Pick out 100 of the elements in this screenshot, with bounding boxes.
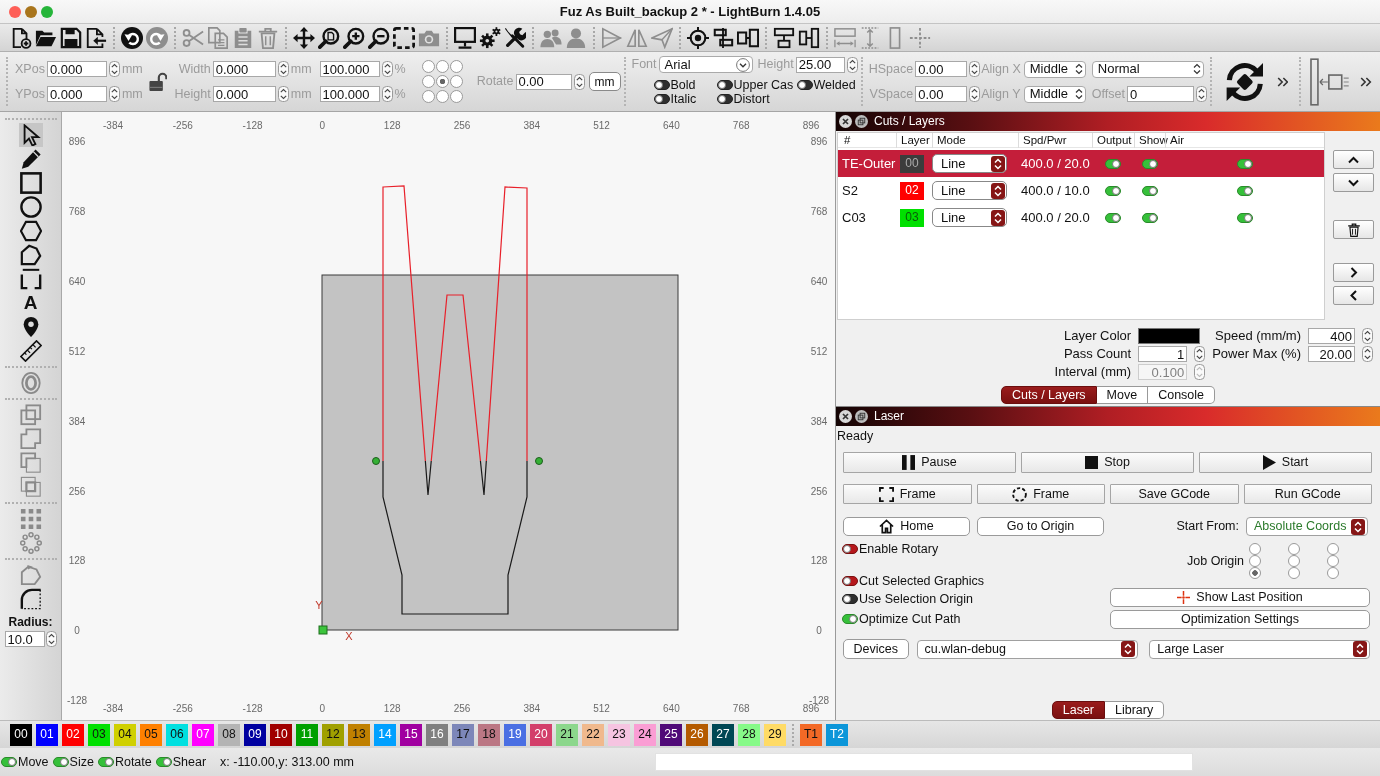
move-up-button[interactable]: [1333, 150, 1374, 169]
spinner-icon[interactable]: [1362, 346, 1373, 362]
layer-color-button[interactable]: 23: [608, 723, 630, 746]
frame-button[interactable]: Save GCode: [1110, 484, 1239, 504]
input-field[interactable]: 0.00: [915, 61, 968, 77]
delete-button[interactable]: [1333, 220, 1374, 239]
radio-button[interactable]: [1249, 555, 1261, 567]
target-icon[interactable]: [687, 26, 709, 49]
layer-color-button[interactable]: 22: [582, 723, 604, 746]
spinner-icon[interactable]: [108, 61, 120, 77]
tab[interactable]: Console: [1148, 386, 1216, 404]
radio-button[interactable]: [449, 60, 463, 73]
job-button[interactable]: Stop: [1021, 452, 1194, 473]
right-arrow-button[interactable]: [1333, 263, 1374, 282]
distribute-vertical-icon[interactable]: [773, 26, 795, 49]
layer-color-button[interactable]: 04: [114, 723, 136, 746]
layer-color-button[interactable]: 25: [660, 723, 682, 746]
toggle-switch[interactable]: [1141, 158, 1158, 169]
layer-color-button[interactable]: 27: [712, 723, 734, 746]
layer-color-button[interactable]: 08: [218, 723, 240, 746]
radio-button[interactable]: [435, 90, 449, 103]
layer-color-button[interactable]: 09: [244, 723, 266, 746]
input-field[interactable]: 400: [1308, 328, 1355, 344]
spinner-icon[interactable]: [277, 61, 289, 77]
layer-color-button[interactable]: 12: [322, 723, 344, 746]
double-chevron-icon[interactable]: [1360, 75, 1372, 88]
radio-button[interactable]: [1249, 567, 1261, 579]
spinner-icon[interactable]: [381, 86, 393, 102]
radio-button[interactable]: [1288, 567, 1300, 579]
wrench-screwdriver-icon[interactable]: [504, 26, 526, 49]
toggle-switch[interactable]: [842, 544, 858, 554]
align-boxes-icon[interactable]: [712, 26, 734, 49]
spinner-icon[interactable]: [969, 61, 981, 77]
close-icon[interactable]: [839, 410, 852, 423]
spinner-icon[interactable]: [277, 86, 289, 102]
monitor-icon[interactable]: [454, 26, 476, 49]
layer-row[interactable]: C03 03 Line 400.0 / 20.0: [838, 204, 1324, 231]
polygon-icon[interactable]: [19, 244, 42, 266]
layer-color-button[interactable]: T1: [800, 723, 822, 746]
move-arrows-icon[interactable]: [293, 26, 315, 49]
layer-color-button[interactable]: 26: [686, 723, 708, 746]
toggle-switch[interactable]: [155, 757, 172, 767]
toggle-switch[interactable]: [1141, 185, 1158, 196]
toggle-switch[interactable]: [1105, 185, 1121, 196]
frame-button[interactable]: Run GCode: [1243, 484, 1372, 504]
toggle-switch[interactable]: [1236, 158, 1253, 169]
dock-panel-icon[interactable]: [1310, 57, 1351, 106]
float-icon[interactable]: [855, 410, 868, 423]
home-button[interactable]: Home: [843, 517, 970, 536]
toggle-switch[interactable]: [52, 757, 69, 767]
show-last-position-button[interactable]: Show Last Position: [1110, 588, 1370, 607]
go-to-origin-button[interactable]: Go to Origin: [977, 517, 1104, 536]
new-file-icon[interactable]: [10, 26, 32, 49]
layer-color-button[interactable]: 29: [764, 723, 786, 746]
radio-button[interactable]: [421, 90, 435, 103]
devices-button[interactable]: Devices: [843, 639, 909, 659]
float-icon[interactable]: [855, 115, 868, 128]
radio-button[interactable]: [1249, 543, 1261, 555]
layer-color-button[interactable]: 06: [166, 723, 188, 746]
radio-button[interactable]: [1288, 555, 1300, 567]
layer-color-button[interactable]: 01: [36, 723, 58, 746]
align-select[interactable]: Middle: [1023, 60, 1086, 78]
mode-select[interactable]: Line: [932, 181, 1007, 200]
tab[interactable]: Cuts / Layers: [1000, 386, 1097, 404]
zoom-out-icon[interactable]: [368, 26, 390, 49]
zoom-page-icon[interactable]: [318, 26, 340, 49]
tab[interactable]: Laser: [1051, 701, 1106, 719]
spinner-icon[interactable]: [381, 61, 393, 77]
toggle-switch[interactable]: [716, 94, 733, 104]
rectangle-icon[interactable]: [19, 172, 42, 194]
gears-icon[interactable]: [479, 26, 501, 49]
device-select[interactable]: Large Laser: [1149, 639, 1370, 659]
close-icon[interactable]: [839, 115, 852, 128]
toggle-switch[interactable]: [842, 576, 858, 586]
dashed-rectangle-icon[interactable]: [393, 26, 415, 49]
spinner-icon[interactable]: [45, 631, 57, 648]
align-bars-icon[interactable]: [737, 26, 759, 49]
optimization-settings-button[interactable]: Optimization Settings: [1110, 610, 1370, 629]
radio-button[interactable]: [1327, 567, 1339, 579]
left-arrow-button[interactable]: [1333, 286, 1374, 305]
spinner-icon[interactable]: [1362, 328, 1373, 344]
input-field[interactable]: 25.00: [795, 56, 845, 73]
toggle-switch[interactable]: [97, 757, 114, 767]
padlock-icon[interactable]: [148, 71, 167, 92]
toggle-switch[interactable]: [842, 614, 858, 624]
input-field[interactable]: 1: [1138, 346, 1188, 362]
radio-button[interactable]: [435, 75, 449, 88]
toggle-switch[interactable]: [653, 80, 670, 90]
toggle-switch[interactable]: [1141, 212, 1158, 223]
spinner-icon[interactable]: [969, 86, 981, 102]
layer-color-button[interactable]: 19: [504, 723, 526, 746]
layer-color-button[interactable]: 02: [62, 723, 84, 746]
file-import-icon[interactable]: [85, 26, 107, 49]
radio-button[interactable]: [1327, 555, 1339, 567]
color-swatch[interactable]: [1138, 328, 1201, 344]
toggle-switch[interactable]: [1105, 212, 1121, 223]
hexagon-icon[interactable]: [19, 220, 42, 242]
layer-color-button[interactable]: 21: [556, 723, 578, 746]
input-field[interactable]: 0.000: [46, 61, 107, 77]
input-field[interactable]: 10.0: [4, 631, 45, 648]
